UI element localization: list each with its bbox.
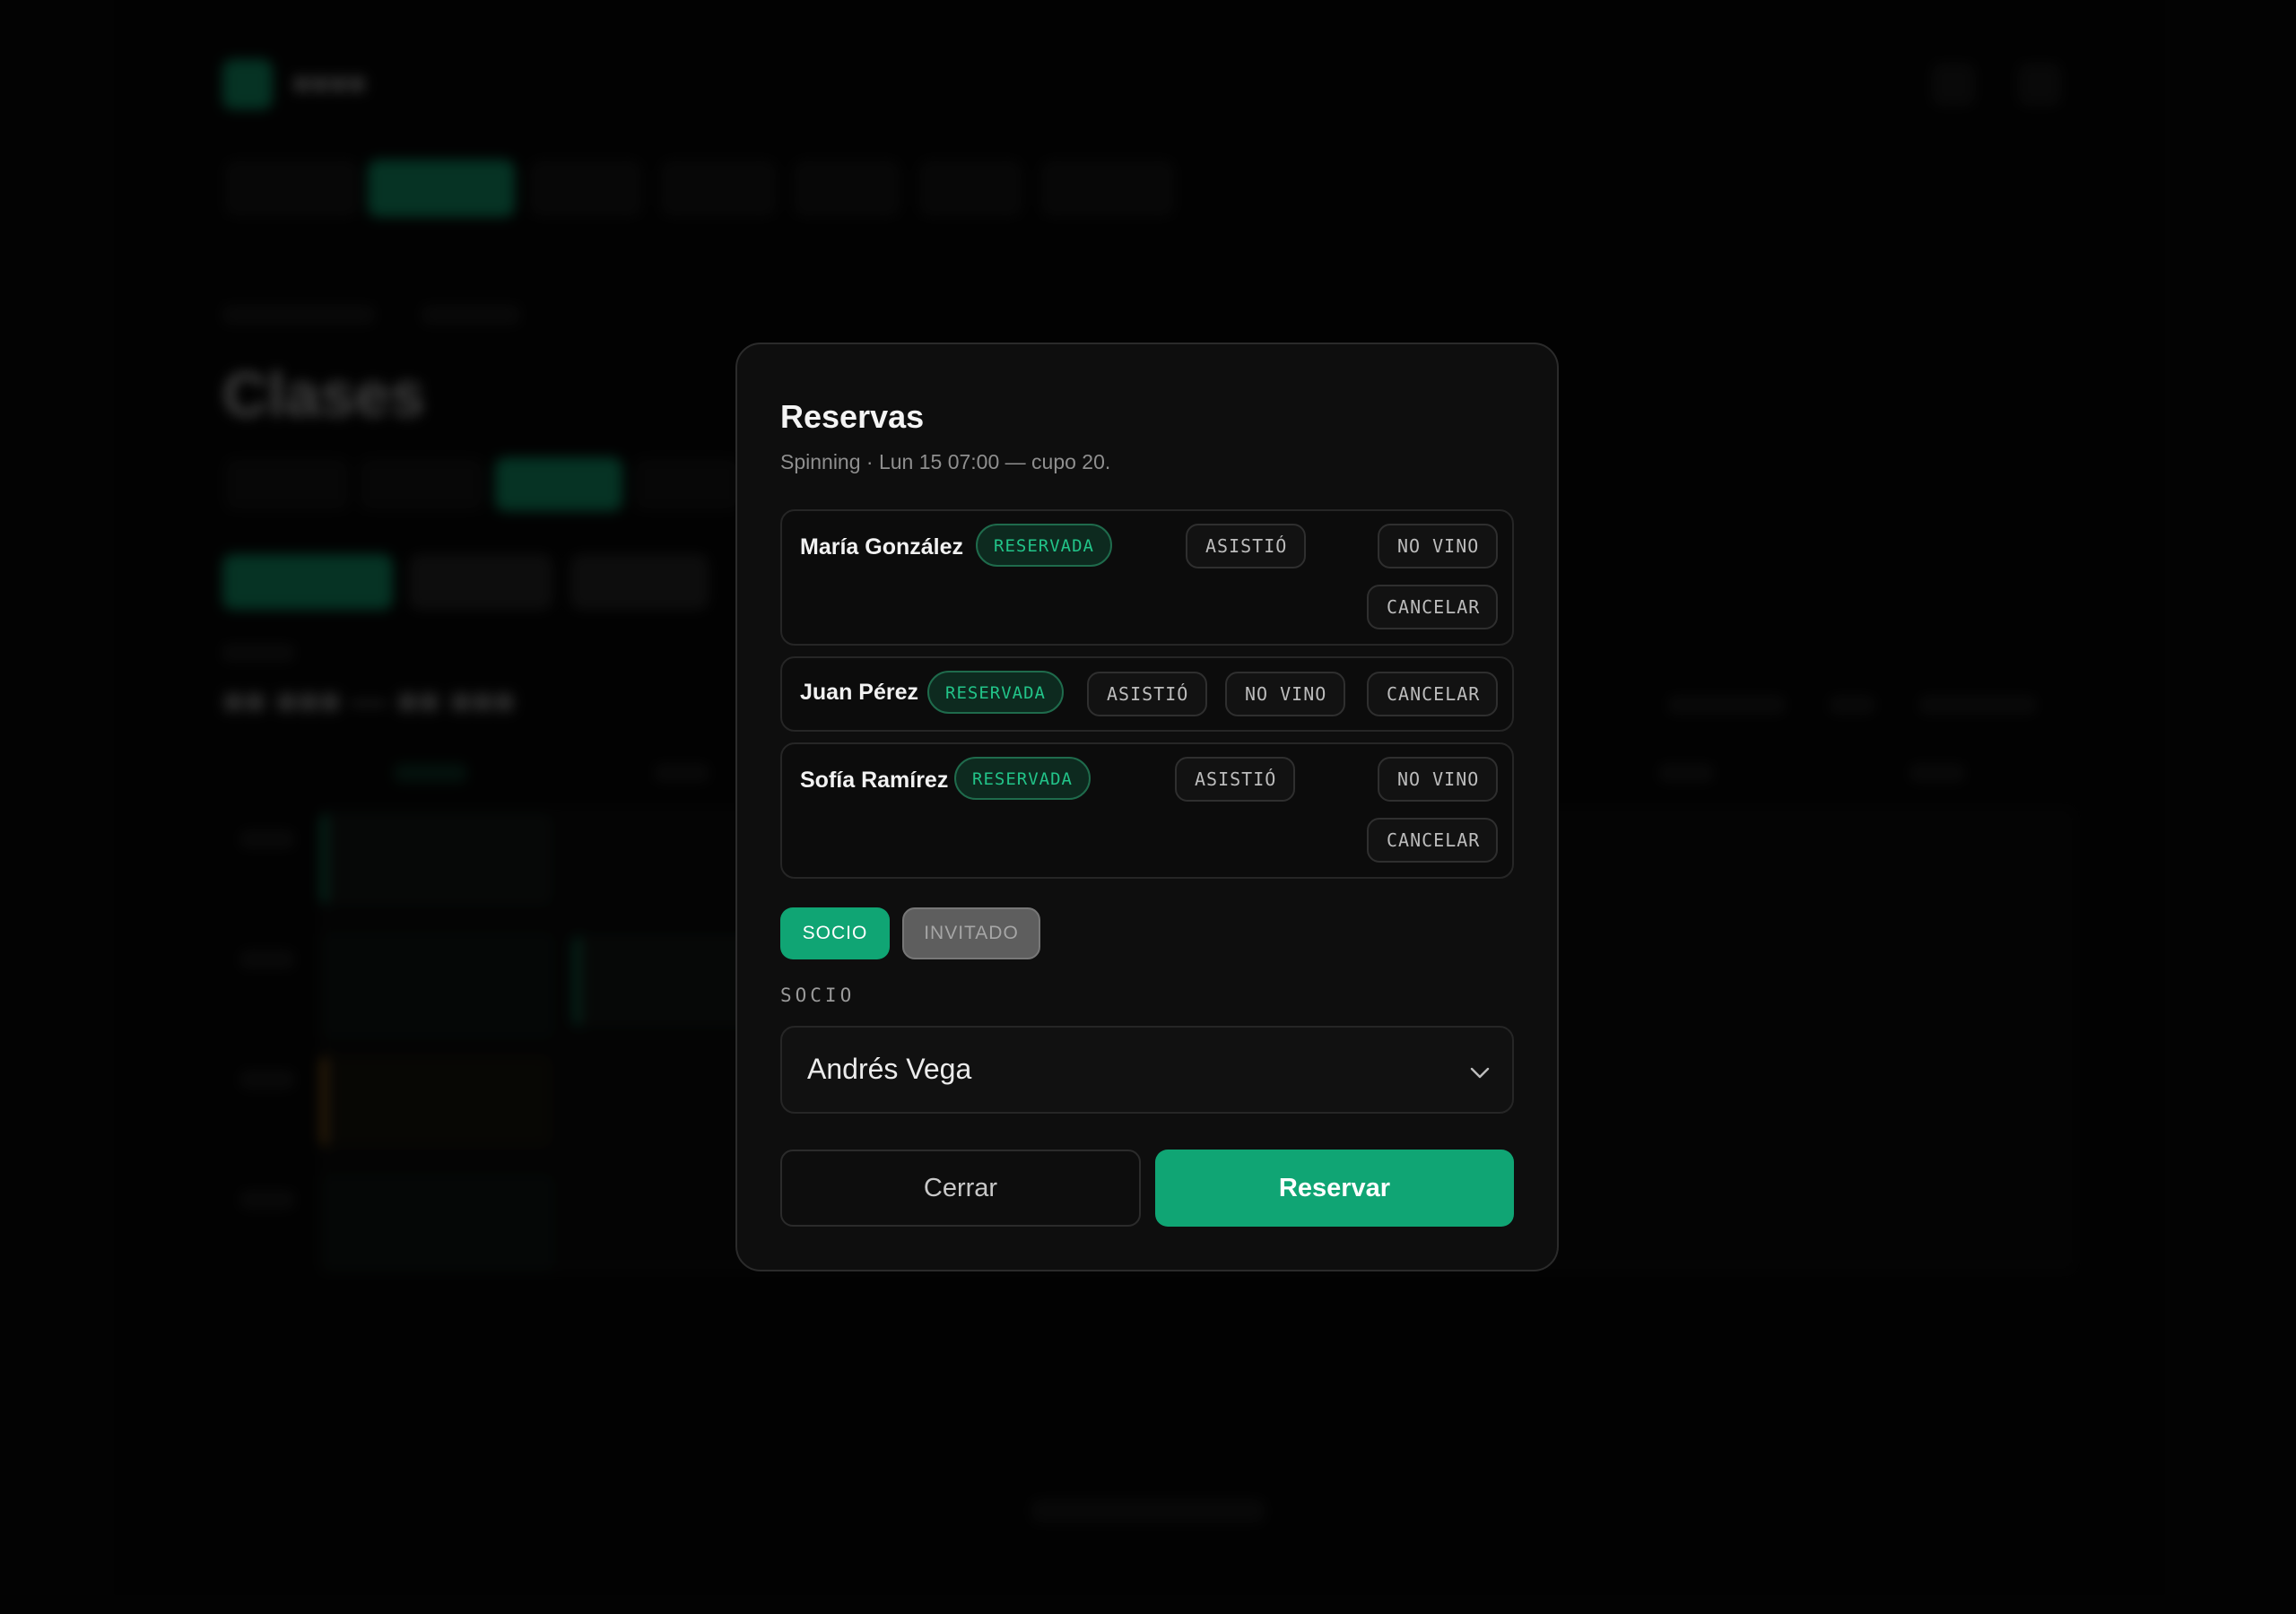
attended-button[interactable]: ASISTIÓ <box>1186 524 1306 568</box>
cancel-button[interactable]: CANCELAR <box>1367 818 1498 863</box>
reservation-row: Sofía Ramírez RESERVADA ASISTIÓ NO VINO … <box>780 742 1514 879</box>
cancel-button[interactable]: CANCELAR <box>1367 672 1498 716</box>
member-name: Juan Pérez <box>800 680 919 705</box>
toggle-invitado[interactable]: INVITADO <box>902 907 1040 959</box>
attended-button[interactable]: ASISTIÓ <box>1087 672 1207 716</box>
status-badge: RESERVADA <box>954 757 1091 800</box>
member-select[interactable]: Andrés Vega <box>780 1026 1514 1114</box>
no-show-button[interactable]: NO VINO <box>1378 757 1498 802</box>
member-name: María González <box>800 534 963 560</box>
no-show-button[interactable]: NO VINO <box>1378 524 1498 568</box>
status-badge: RESERVADA <box>976 524 1112 567</box>
attended-button[interactable]: ASISTIÓ <box>1175 757 1295 802</box>
member-field-label: SOCIO <box>780 985 856 1006</box>
modal-subtitle: Spinning · Lun 15 07:00 — cupo 20. <box>780 450 1111 473</box>
member-select-value: Andrés Vega <box>807 1053 972 1085</box>
toggle-socio[interactable]: SOCIO <box>780 907 890 959</box>
cancel-button[interactable]: CANCELAR <box>1367 585 1498 629</box>
reserve-button[interactable]: Reservar <box>1155 1150 1514 1227</box>
chevron-down-icon <box>1470 1067 1490 1079</box>
reservation-row: María González RESERVADA ASISTIÓ NO VINO… <box>780 509 1514 646</box>
reservations-modal: Reservas Spinning · Lun 15 07:00 — cupo … <box>735 343 1559 1271</box>
modal-title: Reservas <box>780 398 925 435</box>
status-badge: RESERVADA <box>927 671 1064 714</box>
close-button[interactable]: Cerrar <box>780 1150 1141 1227</box>
reservation-row: Juan Pérez RESERVADA ASISTIÓ NO VINO CAN… <box>780 656 1514 732</box>
no-show-button[interactable]: NO VINO <box>1225 672 1345 716</box>
member-name: Sofía Ramírez <box>800 768 949 793</box>
